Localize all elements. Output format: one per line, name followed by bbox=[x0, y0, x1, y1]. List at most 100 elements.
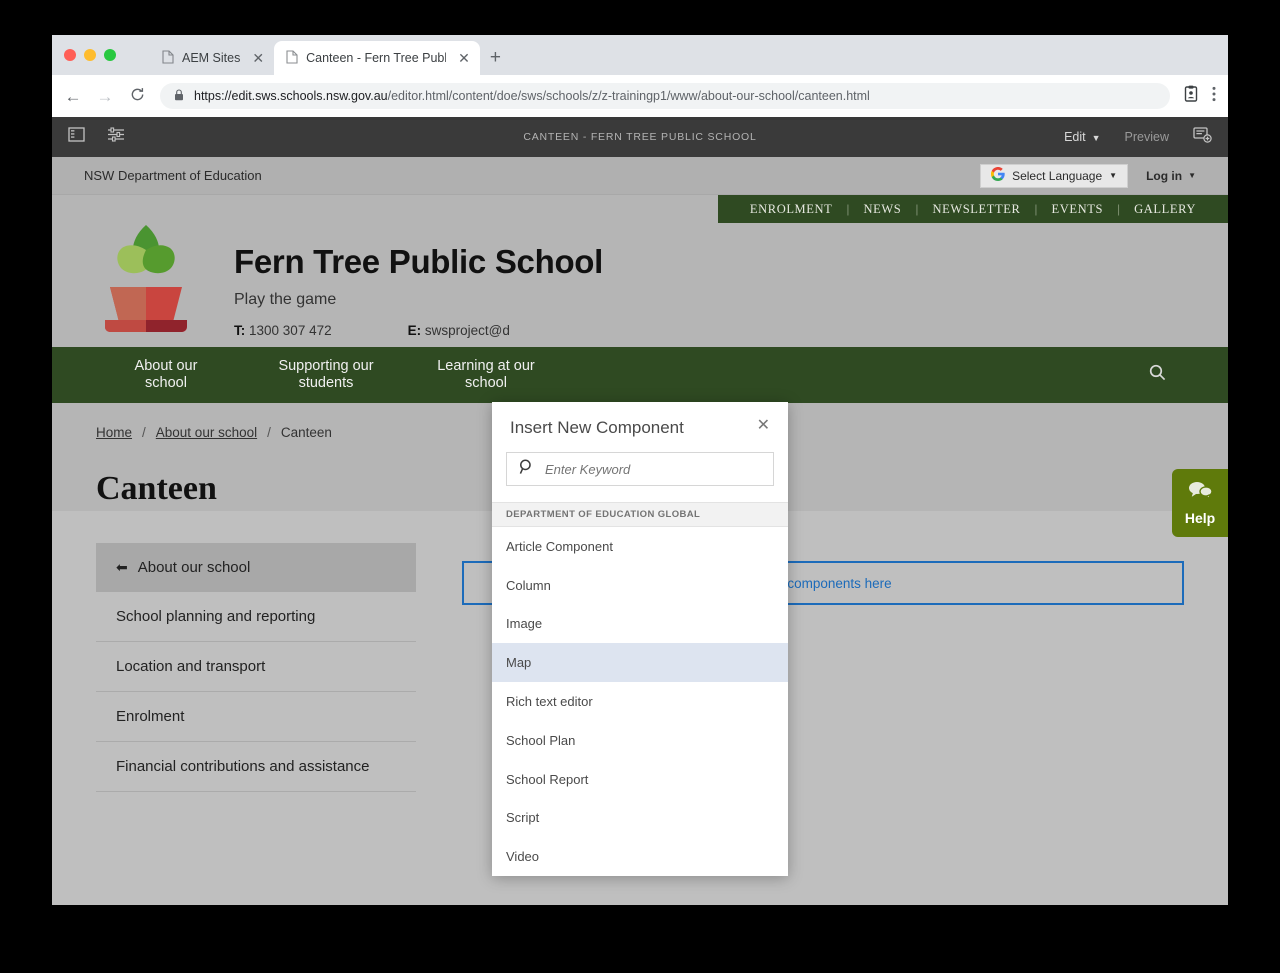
school-phone: T: 1300 307 472 bbox=[234, 323, 332, 338]
chevron-down-icon: ▼ bbox=[1109, 171, 1118, 180]
component-item-script[interactable]: Script bbox=[492, 799, 788, 838]
url-path: /editor.html/content/doe/sws/schools/z/z… bbox=[387, 89, 870, 103]
language-label: Select Language bbox=[1012, 168, 1103, 183]
aem-mode-label: Edit bbox=[1064, 130, 1086, 144]
phone-value: 1300 307 472 bbox=[249, 323, 332, 338]
side-menu-current-section[interactable]: ⬅ About our school bbox=[96, 543, 416, 592]
back-button[interactable]: ← bbox=[64, 88, 82, 105]
login-label: Log in bbox=[1146, 168, 1183, 183]
component-item-school-plan[interactable]: School Plan bbox=[492, 721, 788, 760]
site-preview-frame: NSW Department of Education Select Langu… bbox=[52, 157, 1228, 905]
school-tagline: Play the game bbox=[234, 291, 337, 308]
page-properties-icon[interactable] bbox=[107, 127, 125, 147]
search-icon bbox=[519, 458, 535, 480]
arrow-left-icon: ⬅ bbox=[116, 559, 128, 575]
browser-tab-aem-sites[interactable]: AEM Sites ✕ bbox=[150, 41, 274, 75]
nav-item-learning-at-our-school[interactable]: Learning at our school bbox=[406, 358, 566, 393]
breadcrumb-item-canteen: Canteen bbox=[280, 425, 332, 440]
breadcrumb-item-about-our-school[interactable]: About our school bbox=[156, 425, 257, 440]
dialog-header: Insert New Component ✕ bbox=[492, 402, 788, 438]
section-side-menu: ⬅ About our school School planning and r… bbox=[96, 543, 416, 905]
language-selector[interactable]: Select Language ▼ bbox=[980, 163, 1129, 188]
breadcrumb-separator: / bbox=[267, 425, 271, 440]
component-search-field[interactable] bbox=[506, 452, 774, 486]
government-bar: NSW Department of Education Select Langu… bbox=[52, 157, 1228, 195]
side-menu-current-label: About our school bbox=[137, 559, 251, 576]
tab-title: AEM Sites bbox=[182, 51, 241, 65]
url-text: https://edit.sws.schools.nsw.gov.au/edit… bbox=[194, 89, 870, 103]
chevron-down-icon: ▼ bbox=[1188, 171, 1196, 180]
address-bar[interactable]: https://edit.sws.schools.nsw.gov.au/edit… bbox=[160, 83, 1170, 109]
page-icon bbox=[162, 49, 174, 67]
email-label: E: bbox=[407, 323, 422, 338]
kebab-menu-icon[interactable] bbox=[1212, 86, 1216, 107]
utility-link-enrolment[interactable]: ENROLMENT bbox=[736, 202, 846, 217]
breadcrumb-separator: / bbox=[142, 425, 146, 440]
email-value: swsproject@d bbox=[424, 323, 510, 338]
component-item-column[interactable]: Column bbox=[492, 566, 788, 605]
help-label: Help bbox=[1184, 510, 1216, 526]
component-group-label: DEPARTMENT OF EDUCATION GLOBAL bbox=[492, 502, 788, 527]
insert-new-component-dialog: Insert New Component ✕ DEPARTMENT OF EDU… bbox=[492, 402, 788, 877]
browser-window: AEM Sites ✕ Canteen - Fern Tree Public S… bbox=[52, 35, 1228, 905]
search-input[interactable] bbox=[545, 461, 761, 477]
tab-title: Canteen - Fern Tree Public Sch bbox=[306, 51, 446, 65]
annotate-icon[interactable] bbox=[1193, 126, 1212, 148]
component-item-article-component[interactable]: Article Component bbox=[492, 527, 788, 566]
window-controls bbox=[64, 49, 116, 61]
browser-tab-strip: AEM Sites ✕ Canteen - Fern Tree Public S… bbox=[52, 35, 1228, 75]
utility-link-news[interactable]: NEWS bbox=[850, 202, 916, 217]
aem-mode-selector[interactable]: Edit ▼ bbox=[1064, 128, 1100, 146]
aem-preview-button[interactable]: Preview bbox=[1125, 130, 1169, 144]
nav-item-about-our-school[interactable]: About our school bbox=[86, 358, 246, 393]
search-icon[interactable] bbox=[1149, 364, 1194, 386]
url-host: https://edit.sws.schools.nsw.gov.au bbox=[194, 89, 388, 103]
chat-bubbles-icon bbox=[1187, 480, 1213, 505]
side-panel-icon[interactable] bbox=[68, 127, 85, 147]
minimize-window-button[interactable] bbox=[84, 49, 96, 61]
phone-label: T: bbox=[234, 323, 246, 338]
browser-toolbar: ← → https://edit.sws.schools.nsw.gov.au/… bbox=[52, 75, 1228, 117]
lock-icon bbox=[174, 88, 184, 104]
page-icon bbox=[286, 49, 298, 67]
google-logo-icon bbox=[991, 166, 1005, 185]
help-button[interactable]: Help bbox=[1172, 469, 1228, 537]
side-menu-item-financial-contributions[interactable]: Financial contributions and assistance bbox=[96, 742, 416, 792]
chevron-down-icon: ▼ bbox=[1091, 133, 1101, 143]
utility-link-newsletter[interactable]: NEWSLETTER bbox=[918, 202, 1034, 217]
school-contact: T: 1300 307 472 E: swsproject@d bbox=[234, 323, 603, 338]
department-label: NSW Department of Education bbox=[84, 168, 262, 183]
component-item-video[interactable]: Video bbox=[492, 837, 788, 876]
component-item-rich-text-editor[interactable]: Rich text editor bbox=[492, 682, 788, 721]
utility-link-gallery[interactable]: GALLERY bbox=[1120, 202, 1210, 217]
component-item-school-report[interactable]: School Report bbox=[492, 760, 788, 799]
forward-button[interactable]: → bbox=[96, 88, 114, 105]
plant-in-pot-logo bbox=[96, 221, 196, 332]
browser-tab-canteen[interactable]: Canteen - Fern Tree Public Sch ✕ bbox=[274, 41, 480, 75]
school-name: Fern Tree Public School bbox=[234, 243, 604, 280]
utility-navigation: ENROLMENT | NEWS | NEWSLETTER | EVENTS |… bbox=[717, 195, 1228, 223]
maximize-window-button[interactable] bbox=[104, 49, 116, 61]
close-window-button[interactable] bbox=[64, 49, 76, 61]
aem-page-title: CANTEEN - FERN TREE PUBLIC SCHOOL bbox=[523, 131, 757, 143]
reload-button[interactable] bbox=[128, 87, 146, 105]
component-item-map[interactable]: Map bbox=[492, 643, 788, 683]
school-email: E: swsproject@d bbox=[408, 323, 510, 338]
clipboard-icon[interactable] bbox=[1184, 85, 1198, 107]
side-menu-item-school-planning[interactable]: School planning and reporting bbox=[96, 592, 416, 642]
side-menu-item-enrolment[interactable]: Enrolment bbox=[96, 692, 416, 742]
close-tab-button[interactable]: ✕ bbox=[248, 51, 264, 65]
main-navigation: About our school Supporting our students… bbox=[52, 347, 1228, 403]
login-menu[interactable]: Log in ▼ bbox=[1146, 169, 1196, 183]
nav-item-supporting-our-students[interactable]: Supporting our students bbox=[246, 358, 406, 393]
dialog-title: Insert New Component bbox=[510, 418, 684, 437]
component-item-image[interactable]: Image bbox=[492, 605, 788, 644]
close-tab-button[interactable]: ✕ bbox=[454, 51, 470, 65]
breadcrumb-item-home[interactable]: Home bbox=[96, 425, 132, 440]
side-menu-item-location-transport[interactable]: Location and transport bbox=[96, 642, 416, 692]
component-list: Article Component Column Image Map Rich … bbox=[492, 527, 788, 876]
new-tab-button[interactable]: + bbox=[490, 48, 501, 67]
aem-editor-toolbar: CANTEEN - FERN TREE PUBLIC SCHOOL Edit ▼ … bbox=[52, 117, 1228, 157]
close-icon[interactable]: ✕ bbox=[757, 418, 770, 434]
utility-link-events[interactable]: EVENTS bbox=[1038, 202, 1118, 217]
